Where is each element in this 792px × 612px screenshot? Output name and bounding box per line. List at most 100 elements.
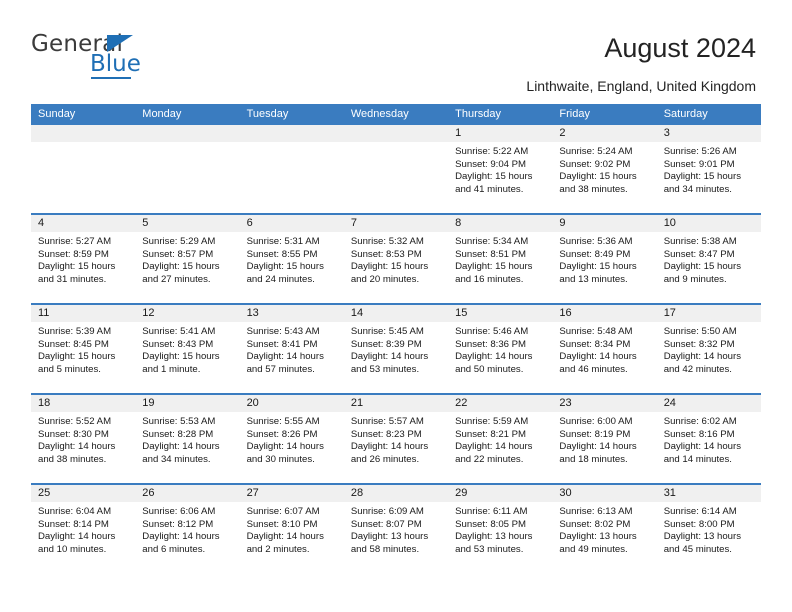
daylight-text-line1: Daylight: 13 hours — [663, 531, 742, 543]
calendar-day-cell[interactable]: 6 Sunrise: 5:31 AM Sunset: 8:55 PM Daylight… — [239, 215, 344, 303]
calendar-day-cell[interactable]: 30 Sunrise: 6:13 AM Sunset: 8:02 PM Dayligh… — [552, 485, 657, 573]
daylight-text-line1: Daylight: 14 hours — [663, 441, 742, 453]
calendar-day-cell[interactable]: 16 Sunrise: 5:48 AM Sunset: 8:34 PM Dayligh… — [552, 305, 657, 393]
day-number: 14 — [343, 305, 449, 322]
calendar-day-cell[interactable]: 26 Sunrise: 6:06 AM Sunset: 8:12 PM Dayligh… — [135, 485, 240, 573]
calendar-day-cell[interactable]: 3 Sunrise: 5:26 AM Sunset: 9:01 PM Daylight… — [656, 125, 761, 213]
daylight-text-line2: and 14 minutes. — [663, 453, 732, 465]
daylight-text-line2: and 34 minutes. — [663, 183, 732, 195]
day-sun-info: Sunrise: 5:57 AM Sunset: 8:23 PM Daylight:… — [344, 412, 448, 466]
calendar-week-row: 25 Sunrise: 6:04 AM Sunset: 8:14 PM Dayligh… — [31, 483, 761, 573]
sunset-text: Sunset: 8:32 PM — [663, 338, 735, 350]
page-title: August 2024 — [604, 33, 756, 63]
daylight-text-line2: and 46 minutes. — [559, 363, 628, 375]
day-number — [31, 125, 136, 142]
calendar-day-cell[interactable]: 21 Sunrise: 5:57 AM Sunset: 8:23 PM Dayligh… — [343, 395, 449, 483]
day-sun-info: Sunrise: 5:32 AM Sunset: 8:53 PM Daylight:… — [344, 232, 448, 286]
day-number: 11 — [31, 305, 136, 322]
month-calendar: Sunday Monday Tuesday Wednesday Thursday… — [31, 104, 761, 573]
day-sun-info: Sunrise: 5:31 AM Sunset: 8:55 PM Daylight:… — [240, 232, 344, 286]
sunset-text: Sunset: 9:01 PM — [663, 158, 735, 170]
calendar-day-cell[interactable]: 2 Sunrise: 5:24 AM Sunset: 9:02 PM Daylight… — [552, 125, 657, 213]
daylight-text-line1: Daylight: 14 hours — [559, 351, 637, 363]
logo-triangle-icon — [107, 35, 133, 52]
calendar-weeks: 1 Sunrise: 5:22 AM Sunset: 9:04 PM Daylight… — [31, 125, 761, 573]
sunrise-text: Sunrise: 6:00 AM — [559, 416, 633, 427]
weekday-tuesday: Tuesday — [246, 108, 289, 120]
sunset-text: Sunset: 8:47 PM — [663, 248, 735, 260]
sunrise-text: Sunrise: 6:06 AM — [142, 506, 216, 517]
calendar-day-cell[interactable]: 4 Sunrise: 5:27 AM Sunset: 8:59 PM Daylight… — [31, 215, 136, 303]
sunset-text: Sunset: 8:49 PM — [559, 248, 631, 260]
calendar-day-cell[interactable]: 23 Sunrise: 6:00 AM Sunset: 8:19 PM Dayligh… — [552, 395, 657, 483]
calendar-day-cell[interactable]: 15 Sunrise: 5:46 AM Sunset: 8:36 PM Dayligh… — [448, 305, 553, 393]
weekday-sunday: Sunday — [38, 108, 76, 120]
calendar-day-cell[interactable]: 20 Sunrise: 5:55 AM Sunset: 8:26 PM Dayligh… — [239, 395, 344, 483]
daylight-text-line2: and 45 minutes. — [663, 543, 732, 555]
calendar-day-cell[interactable]: 7 Sunrise: 5:32 AM Sunset: 8:53 PM Daylight… — [343, 215, 449, 303]
day-number: 26 — [135, 485, 240, 502]
day-number: 22 — [448, 395, 553, 412]
calendar-day-cell[interactable]: 24 Sunrise: 6:02 AM Sunset: 8:16 PM Dayligh… — [656, 395, 761, 483]
day-sun-info: Sunrise: 5:48 AM Sunset: 8:34 PM Daylight:… — [552, 322, 656, 376]
day-number — [135, 125, 240, 142]
day-number: 7 — [343, 215, 449, 232]
calendar-day-cell[interactable]: 19 Sunrise: 5:53 AM Sunset: 8:28 PM Dayligh… — [135, 395, 240, 483]
calendar-day-cell[interactable]: 27 Sunrise: 6:07 AM Sunset: 8:10 PM Dayligh… — [239, 485, 344, 573]
daylight-text-line1: Daylight: 15 hours — [142, 261, 220, 273]
sunrise-text: Sunrise: 5:46 AM — [455, 326, 529, 337]
weekday-saturday: Saturday — [663, 108, 708, 120]
calendar-day-cell[interactable]: 22 Sunrise: 5:59 AM Sunset: 8:21 PM Dayligh… — [448, 395, 553, 483]
daylight-text-line2: and 6 minutes. — [142, 543, 206, 555]
sunset-text: Sunset: 8:07 PM — [350, 518, 422, 530]
calendar-day-cell[interactable]: 13 Sunrise: 5:43 AM Sunset: 8:41 PM Dayligh… — [239, 305, 344, 393]
daylight-text-line1: Daylight: 14 hours — [246, 441, 324, 453]
calendar-day-cell-empty — [239, 125, 344, 213]
sunrise-text: Sunrise: 5:36 AM — [559, 236, 633, 247]
calendar-day-cell[interactable]: 28 Sunrise: 6:09 AM Sunset: 8:07 PM Dayligh… — [343, 485, 449, 573]
calendar-day-cell-empty — [135, 125, 240, 213]
calendar-week-row: 4 Sunrise: 5:27 AM Sunset: 8:59 PM Daylight… — [31, 213, 761, 303]
sunset-text: Sunset: 8:10 PM — [246, 518, 318, 530]
sunrise-text: Sunrise: 5:22 AM — [455, 146, 529, 157]
calendar-day-cell[interactable]: 12 Sunrise: 5:41 AM Sunset: 8:43 PM Dayligh… — [135, 305, 240, 393]
day-number: 8 — [448, 215, 553, 232]
sunrise-text: Sunrise: 5:52 AM — [38, 416, 112, 427]
calendar-day-cell[interactable]: 18 Sunrise: 5:52 AM Sunset: 8:30 PM Dayligh… — [31, 395, 136, 483]
sunset-text: Sunset: 8:16 PM — [663, 428, 735, 440]
calendar-day-cell[interactable]: 5 Sunrise: 5:29 AM Sunset: 8:57 PM Daylight… — [135, 215, 240, 303]
calendar-day-cell[interactable]: 29 Sunrise: 6:11 AM Sunset: 8:05 PM Dayligh… — [448, 485, 553, 573]
daylight-text-line2: and 38 minutes. — [559, 183, 628, 195]
day-sun-info: Sunrise: 5:41 AM Sunset: 8:43 PM Daylight:… — [135, 322, 239, 376]
daylight-text-line2: and 53 minutes. — [455, 543, 524, 555]
day-number: 15 — [448, 305, 553, 322]
calendar-day-cell[interactable]: 14 Sunrise: 5:45 AM Sunset: 8:39 PM Dayligh… — [343, 305, 449, 393]
day-number: 2 — [552, 125, 657, 142]
calendar-day-cell[interactable]: 1 Sunrise: 5:22 AM Sunset: 9:04 PM Daylight… — [448, 125, 553, 213]
calendar-day-cell[interactable]: 17 Sunrise: 5:50 AM Sunset: 8:32 PM Dayligh… — [656, 305, 761, 393]
sunrise-text: Sunrise: 5:48 AM — [559, 326, 633, 337]
calendar-day-cell[interactable]: 9 Sunrise: 5:36 AM Sunset: 8:49 PM Daylight… — [552, 215, 657, 303]
day-sun-info: Sunrise: 5:29 AM Sunset: 8:57 PM Daylight:… — [135, 232, 239, 286]
page-subtitle: Linthwaite, England, United Kingdom — [526, 78, 756, 94]
daylight-text-line1: Daylight: 14 hours — [38, 441, 116, 453]
general-blue-logo[interactable]: General Blue — [31, 32, 231, 82]
sunrise-text: Sunrise: 6:14 AM — [663, 506, 737, 517]
daylight-text-line1: Daylight: 15 hours — [455, 171, 533, 183]
calendar-day-cell[interactable]: 8 Sunrise: 5:34 AM Sunset: 8:51 PM Daylight… — [448, 215, 553, 303]
day-sun-info: Sunrise: 5:53 AM Sunset: 8:28 PM Daylight:… — [135, 412, 239, 466]
day-number: 20 — [239, 395, 344, 412]
daylight-text-line2: and 13 minutes. — [559, 273, 628, 285]
daylight-text-line1: Daylight: 14 hours — [350, 441, 429, 453]
sunrise-text: Sunrise: 6:11 AM — [455, 506, 528, 517]
calendar-day-cell[interactable]: 10 Sunrise: 5:38 AM Sunset: 8:47 PM Dayligh… — [656, 215, 761, 303]
calendar-day-cell[interactable]: 25 Sunrise: 6:04 AM Sunset: 8:14 PM Dayligh… — [31, 485, 136, 573]
daylight-text-line2: and 38 minutes. — [38, 453, 107, 465]
daylight-text-line1: Daylight: 14 hours — [142, 441, 220, 453]
sunset-text: Sunset: 8:23 PM — [350, 428, 422, 440]
calendar-page: General Blue August 2024 Linthwaite, Eng… — [0, 0, 792, 612]
calendar-day-cell[interactable]: 31 Sunrise: 6:14 AM Sunset: 8:00 PM Dayligh… — [656, 485, 761, 573]
daylight-text-line2: and 42 minutes. — [663, 363, 732, 375]
calendar-day-cell[interactable]: 11 Sunrise: 5:39 AM Sunset: 8:45 PM Dayligh… — [31, 305, 136, 393]
sunset-text: Sunset: 8:51 PM — [455, 248, 527, 260]
